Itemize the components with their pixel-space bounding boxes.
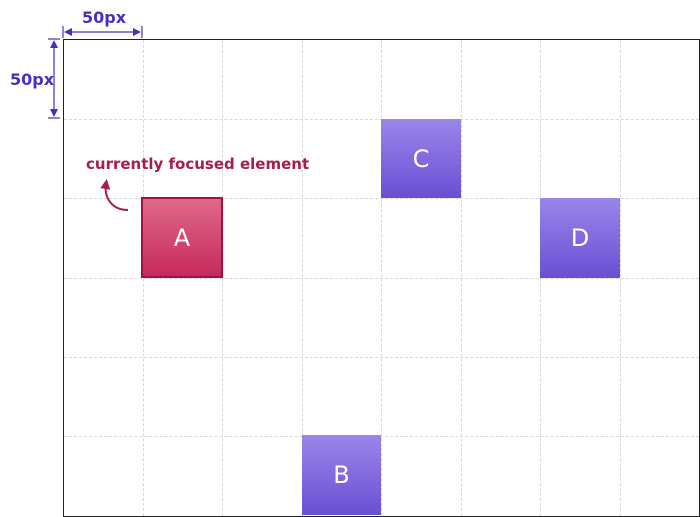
grid-canvas xyxy=(63,39,700,517)
grid-line xyxy=(64,436,699,437)
element-box-b: B xyxy=(302,435,381,515)
horizontal-measure-label: 50px xyxy=(82,8,127,27)
horizontal-measure-arrow xyxy=(62,26,143,38)
grid-line xyxy=(64,278,699,279)
grid-line xyxy=(64,357,699,358)
focus-annotation: currently focused element xyxy=(86,155,310,173)
element-box-a-label: A xyxy=(173,223,191,252)
vertical-measure-label: 50px xyxy=(10,70,55,89)
element-box-c: C xyxy=(381,119,461,198)
element-box-a: A xyxy=(141,197,223,278)
element-box-b-label: B xyxy=(333,461,350,489)
element-box-d: D xyxy=(540,198,620,278)
element-box-c-label: C xyxy=(412,144,430,173)
element-box-d-label: D xyxy=(570,224,590,252)
